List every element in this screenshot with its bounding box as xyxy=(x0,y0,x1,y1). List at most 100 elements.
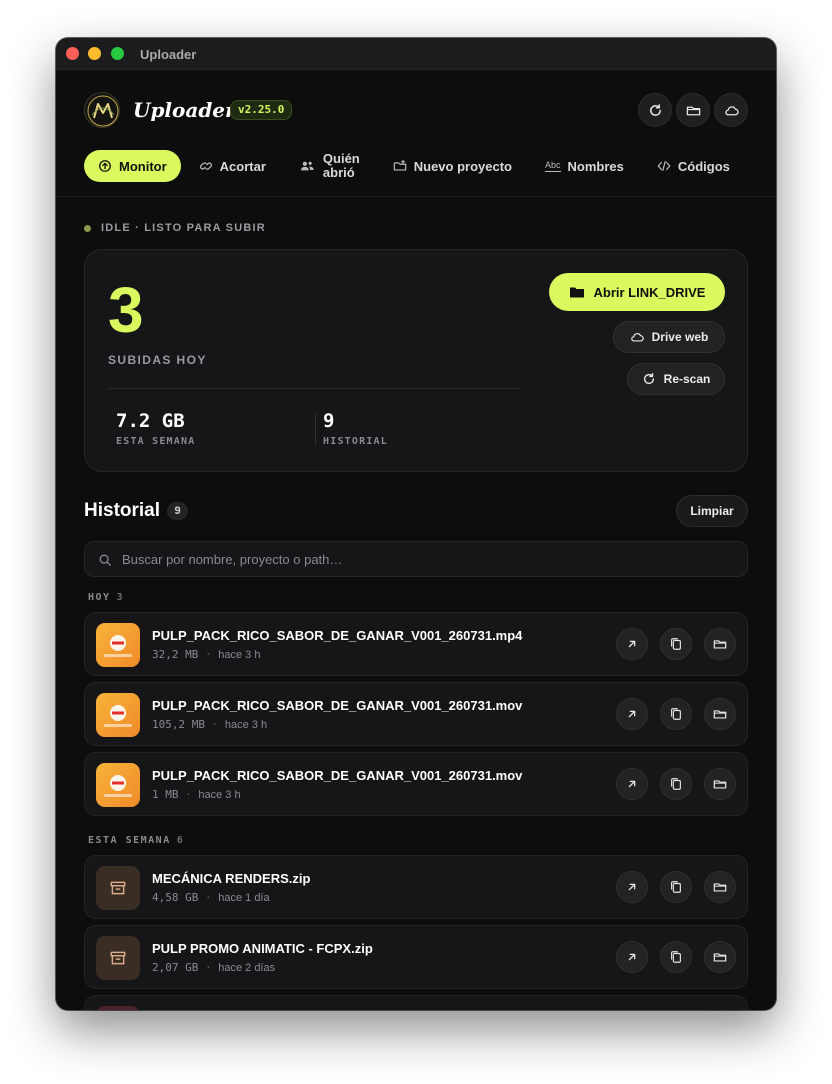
reveal-folder-button[interactable] xyxy=(704,768,736,800)
history-row[interactable]: PULP_PACK_RICO_SABOR_DE_GANAR_V001_26073… xyxy=(84,612,748,676)
file-thumbnail xyxy=(96,1006,140,1010)
file-meta: 1 MB · hace 3 h xyxy=(152,788,241,801)
history-row[interactable]: PULP PROMO ANIMATIC - FCPX.zip 2,07 GB ·… xyxy=(84,925,748,989)
cloud-button[interactable] xyxy=(714,93,748,127)
tab-monitor[interactable]: Monitor xyxy=(84,150,181,182)
reveal-folder-button[interactable] xyxy=(704,871,736,903)
close-window-button[interactable] xyxy=(66,47,79,60)
reveal-folder-button[interactable] xyxy=(704,941,736,973)
copy-icon xyxy=(671,638,681,650)
uploads-today-count: 3 xyxy=(108,274,144,346)
copy-button[interactable] xyxy=(660,941,692,973)
group-label-hoy: HOY 3 xyxy=(88,592,125,603)
file-size: 2,07 GB xyxy=(152,961,199,974)
tab-nombres-label: Nombres xyxy=(567,158,624,174)
drive-web-button[interactable]: Drive web xyxy=(613,321,725,353)
open-external-icon xyxy=(628,953,636,961)
app-logo xyxy=(84,92,120,128)
copy-button[interactable] xyxy=(660,871,692,903)
search-input[interactable] xyxy=(122,542,722,576)
open-link-button[interactable] xyxy=(616,871,648,903)
code-icon xyxy=(657,161,671,171)
open-folder-button[interactable] xyxy=(676,93,710,127)
file-age: hace 1 día xyxy=(218,892,270,904)
reveal-folder-button[interactable] xyxy=(704,698,736,730)
app-window: Uploader Uploader. v2.25.0 Monitor Acort… xyxy=(56,38,776,1010)
minimize-window-button[interactable] xyxy=(88,47,101,60)
open-external-icon xyxy=(628,883,636,891)
history-row[interactable]: PULP_PACK_RICO_SABOR_DE_GANAR_V001_26073… xyxy=(84,752,748,816)
copy-icon xyxy=(671,708,681,720)
open-link-button[interactable] xyxy=(616,941,648,973)
version-badge: v2.25.0 xyxy=(230,100,293,120)
group-count: 6 xyxy=(176,835,185,846)
tab-nuevo-proyecto[interactable]: Nuevo proyecto xyxy=(393,150,512,182)
history-row[interactable] xyxy=(84,995,748,1010)
copy-icon xyxy=(671,778,681,790)
history-total-value: 9 xyxy=(323,410,335,432)
main-nav: Monitor Acortar Quién abrió Nuevo proyec… xyxy=(84,150,730,182)
file-size: 105,2 MB xyxy=(152,718,205,731)
status-text: IDLE · LISTO PARA SUBIR xyxy=(101,222,266,234)
copy-icon xyxy=(671,951,681,963)
open-link-drive-label: Abrir LINK_DRIVE xyxy=(593,284,706,300)
rescan-label: Re-scan xyxy=(663,372,711,386)
history-total-label: HISTORIAL xyxy=(323,436,388,447)
archive-thumbnail xyxy=(96,936,140,980)
tab-acortar-label: Acortar xyxy=(219,158,266,174)
app-brand: Uploader. xyxy=(133,98,241,122)
folder-icon xyxy=(713,780,727,789)
tab-quien-abrio-label-line2: abrió xyxy=(322,165,355,180)
uploads-today-label: SUBIDAS HOY xyxy=(108,353,207,367)
open-link-button[interactable] xyxy=(616,628,648,660)
open-link-drive-button[interactable]: Abrir LINK_DRIVE xyxy=(549,273,725,311)
file-meta: 32,2 MB · hace 3 h xyxy=(152,648,261,661)
status-dot xyxy=(84,224,91,232)
tab-nombres[interactable]: Abc Nombres xyxy=(545,150,624,182)
file-meta: 105,2 MB · hace 3 h xyxy=(152,718,268,731)
file-age: hace 3 h xyxy=(224,719,268,731)
tab-codigos[interactable]: Códigos xyxy=(657,150,730,182)
status-indicator: IDLE · LISTO PARA SUBIR xyxy=(84,222,266,234)
refresh-button[interactable] xyxy=(638,93,672,127)
rescan-button[interactable]: Re-scan xyxy=(627,363,725,395)
history-title: Historial xyxy=(84,500,161,521)
reveal-folder-button[interactable] xyxy=(704,628,736,660)
copy-button[interactable] xyxy=(660,698,692,730)
file-name: PULP_PACK_RICO_SABOR_DE_GANAR_V001_26073… xyxy=(152,628,523,643)
open-link-button[interactable] xyxy=(616,698,648,730)
clear-history-button[interactable]: Limpiar xyxy=(676,495,748,527)
folder-icon xyxy=(713,953,727,962)
cloud-icon xyxy=(724,105,739,115)
tab-quien-abrio-label-line1: Quién xyxy=(322,151,360,166)
cloud-icon xyxy=(630,333,644,342)
copy-icon xyxy=(671,881,681,893)
open-link-button[interactable] xyxy=(616,768,648,800)
window-title: Uploader xyxy=(140,47,197,62)
archive-box-icon xyxy=(110,881,126,895)
file-meta: 2,07 GB · hace 2 días xyxy=(152,961,276,974)
file-size: 32,2 MB xyxy=(152,648,199,661)
file-meta: 4,58 GB · hace 1 día xyxy=(152,891,270,904)
history-row[interactable]: MECÁNICA RENDERS.zip 4,58 GB · hace 1 dí… xyxy=(84,855,748,919)
tab-nuevo-proyecto-label: Nuevo proyecto xyxy=(413,158,512,174)
file-size: 1 MB xyxy=(152,788,179,801)
folder-icon xyxy=(713,710,727,719)
monitor-icon xyxy=(99,160,111,172)
tab-quien-abrio[interactable]: Quién abrió xyxy=(299,150,360,182)
open-external-icon xyxy=(628,710,636,718)
drive-web-label: Drive web xyxy=(651,330,709,344)
zoom-window-button[interactable] xyxy=(111,47,124,60)
copy-button[interactable] xyxy=(660,628,692,660)
video-thumbnail xyxy=(96,623,140,667)
copy-button[interactable] xyxy=(660,768,692,800)
history-row[interactable]: PULP_PACK_RICO_SABOR_DE_GANAR_V001_26073… xyxy=(84,682,748,746)
title-bar: Uploader xyxy=(56,38,776,70)
week-size-value: 7.2 GB xyxy=(116,410,185,432)
file-size: 4,58 GB xyxy=(152,891,199,904)
open-external-icon xyxy=(628,780,636,788)
file-name: PULP_PACK_RICO_SABOR_DE_GANAR_V001_26073… xyxy=(152,768,523,783)
search-icon xyxy=(99,554,111,566)
video-thumbnail xyxy=(96,693,140,737)
tab-acortar[interactable]: Acortar xyxy=(199,150,266,182)
